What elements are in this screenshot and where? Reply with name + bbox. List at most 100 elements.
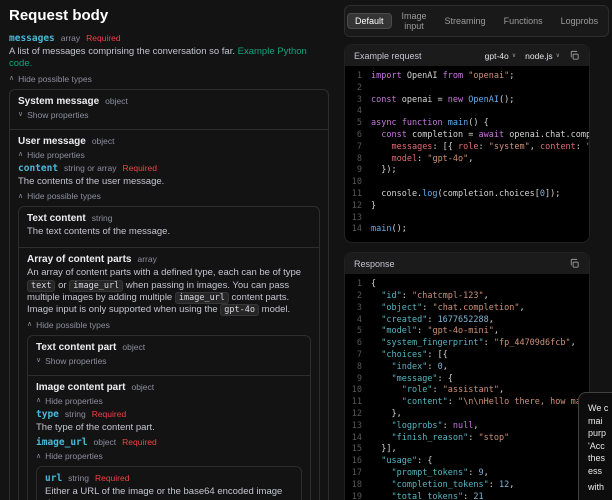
cookie-text-fragment: purp bbox=[588, 428, 607, 439]
code-line: 6 "system_fingerprint": "fp_44709d6fcb", bbox=[356, 338, 576, 349]
text-content-part-name: Text content part bbox=[36, 341, 117, 353]
tab-default[interactable]: Default bbox=[347, 13, 392, 29]
code-line: 15 }], bbox=[351, 444, 397, 455]
cookie-text-fragment: thes bbox=[588, 453, 606, 464]
toggle-system-message-show-properties[interactable]: ∨ Show properties bbox=[18, 110, 320, 120]
toggle-array-parts-hide-possible-types[interactable]: ∧ Hide possible types bbox=[27, 320, 311, 330]
chevron-down-icon: ∨ bbox=[18, 111, 24, 119]
param-content-type: string or array bbox=[64, 162, 117, 173]
text-content-part-section: Text content part object ∨ Show properti… bbox=[28, 336, 310, 375]
toggle-image-content-part-hide-properties[interactable]: ∧ Hide properties bbox=[36, 396, 302, 406]
chevron-up-icon: ∧ bbox=[9, 75, 15, 83]
system-message-type: object bbox=[105, 95, 128, 106]
param-url-name: url bbox=[45, 473, 63, 485]
tab-functions[interactable]: Functions bbox=[496, 13, 551, 29]
array-content-parts-type: array bbox=[137, 254, 157, 265]
response-title: Response bbox=[354, 258, 395, 269]
text-content-desc: The text contents of the message. bbox=[27, 226, 171, 238]
code-line: 10 "role": "assistant", bbox=[351, 385, 505, 396]
toggle-label: Show properties bbox=[45, 355, 107, 366]
inline-code-image-url: image_url bbox=[69, 279, 124, 292]
content-possible-types-box: Text content string The text contents of… bbox=[18, 206, 320, 500]
cookie-text-fragment: 'Acc bbox=[588, 440, 605, 451]
code-line: 14 main(); bbox=[351, 224, 407, 235]
toggle-text-content-part-show-properties[interactable]: ∨ Show properties bbox=[36, 356, 302, 366]
param-url-required: Required bbox=[94, 473, 130, 484]
url-param-section: url string Required Either a URL of the … bbox=[37, 467, 301, 500]
cookie-consent-footer: with bbox=[588, 481, 605, 492]
image-url-properties-box: url string Required Either a URL of the … bbox=[36, 466, 302, 500]
response-code: 1{2 "id": "chatcmpl-123", 3 "object": "ch… bbox=[345, 274, 589, 500]
cookie-consent-dialog: We c mai purp 'Acc thes ess with bbox=[578, 392, 612, 500]
tab-streaming[interactable]: Streaming bbox=[437, 13, 494, 29]
response-header: Response bbox=[345, 253, 589, 275]
page-title: Request body bbox=[9, 7, 109, 24]
copy-button[interactable] bbox=[569, 258, 580, 269]
chevron-up-icon: ∧ bbox=[18, 192, 24, 200]
system-message-name: System message bbox=[18, 95, 100, 107]
param-image-url: image_url object Required bbox=[36, 437, 302, 448]
cookie-text-fragment: We c bbox=[588, 403, 609, 413]
code-line: 17 "prompt_tokens": 9, bbox=[351, 467, 489, 478]
inline-code-gpt-4o: gpt-4o bbox=[220, 304, 260, 317]
api-reference-page: { "icons": { "up": "∧", "down": "∨" }, "… bbox=[0, 0, 612, 500]
param-url-desc: Either a URL of the image or the base64 … bbox=[45, 486, 283, 500]
param-type: type string Required bbox=[36, 409, 302, 420]
copy-button[interactable] bbox=[569, 50, 580, 61]
cookie-consent-text: We c mai purp 'Acc thes ess bbox=[588, 402, 612, 478]
param-messages-type: array bbox=[60, 33, 81, 43]
inline-code-image-url: image_url bbox=[174, 292, 229, 305]
language-select[interactable]: node.js ∨ bbox=[525, 51, 560, 61]
code-line: 3 const openai = new OpenAI(); bbox=[356, 94, 515, 105]
model-select[interactable]: gpt-4o ∨ bbox=[485, 51, 517, 61]
example-request-block: Example request gpt-4o ∨ node.js ∨ 1 impo… bbox=[344, 44, 590, 244]
code-line: 9 "message": { bbox=[356, 373, 453, 384]
toggle-content-hide-possible-types[interactable]: ∧ Hide possible types bbox=[18, 191, 320, 201]
code-examples-panel: Default Image input Streaming Functions Logp… bbox=[344, 0, 612, 500]
param-type-type: string bbox=[64, 408, 86, 419]
toggle-label: Hide properties bbox=[27, 149, 85, 160]
array-content-parts-name: Array of content parts bbox=[27, 254, 132, 266]
example-tabs: Default Image input Streaming Functions Logp… bbox=[344, 5, 610, 37]
chevron-down-icon: ∨ bbox=[36, 357, 42, 365]
array-content-parts-section: Array of content parts array An array of… bbox=[19, 248, 319, 500]
toggle-label: Hide properties bbox=[45, 451, 103, 462]
copy-icon bbox=[570, 50, 579, 60]
code-line: 8 "index": 0, bbox=[356, 361, 448, 372]
system-message-section: System message object ∨ Show properties bbox=[10, 90, 328, 129]
code-line: 14 "finish_reason": "stop" bbox=[351, 432, 510, 443]
param-image-url-name: image_url bbox=[36, 437, 88, 449]
chevron-up-icon: ∧ bbox=[18, 151, 24, 159]
tab-logprobs[interactable]: Logprobs bbox=[553, 13, 607, 29]
param-type-name: type bbox=[36, 408, 59, 420]
example-request-code: 1 import OpenAI from "openai"; 2 3 const ope… bbox=[345, 66, 589, 242]
toggle-label: Show properties bbox=[27, 109, 89, 120]
code-line: 4 bbox=[356, 106, 362, 117]
code-line: 1 import OpenAI from "openai"; bbox=[356, 71, 515, 81]
code-line: 8 model: "gpt-4o", bbox=[356, 153, 474, 164]
code-line: 7 messages: [{ role: "system", content: … bbox=[356, 141, 589, 152]
code-line: 11 "content": "\n\nHello there, how may … bbox=[351, 397, 586, 408]
param-messages-required: Required bbox=[86, 33, 121, 43]
param-content-required: Required bbox=[122, 162, 157, 173]
response-block: Response 1{2 "id": "chatcmpl-123", 3 "obj… bbox=[344, 252, 590, 500]
tab-image-input[interactable]: Image input bbox=[394, 8, 435, 34]
code-line: 5 "model": "gpt-4o-mini", bbox=[356, 326, 499, 337]
code-line: 13 bbox=[351, 212, 362, 223]
model-select-value: gpt-4o bbox=[484, 50, 509, 61]
code-line: 18 "completion_tokens": 12, bbox=[351, 479, 515, 490]
param-image-url-required: Required bbox=[122, 437, 157, 448]
code-line: 2 "id": "chatcmpl-123", bbox=[356, 290, 489, 301]
param-content-name: content bbox=[18, 162, 59, 174]
messages-possible-types-box: System message object ∨ Show properties … bbox=[9, 88, 329, 500]
toggle-messages-hide-possible-types[interactable]: ∧ Hide possible types bbox=[9, 74, 329, 84]
param-type-desc: The type of the content part. bbox=[36, 421, 155, 433]
code-line: 3 "object": "chat.completion", bbox=[356, 302, 525, 313]
code-line: 10 bbox=[351, 177, 362, 188]
chevron-down-icon: ∨ bbox=[511, 52, 517, 59]
code-line: 5 async function main() { bbox=[356, 118, 489, 129]
toggle-user-message-hide-properties[interactable]: ∧ Hide properties bbox=[18, 150, 320, 160]
toggle-image-url-hide-properties[interactable]: ∧ Hide properties bbox=[36, 451, 302, 461]
toggle-label: Hide possible types bbox=[18, 73, 92, 84]
toggle-label: Hide properties bbox=[45, 395, 103, 406]
